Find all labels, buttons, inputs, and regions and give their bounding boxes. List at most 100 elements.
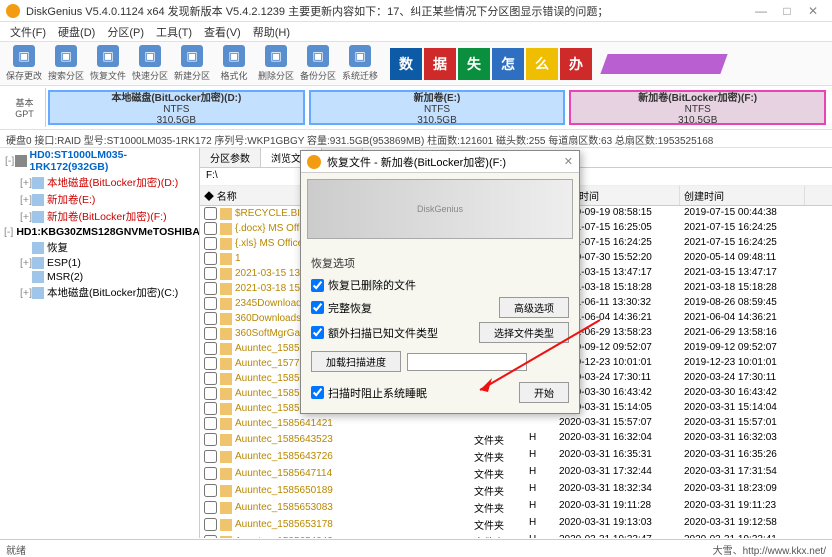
row-checkbox[interactable] bbox=[204, 207, 217, 220]
chk-known-types[interactable] bbox=[311, 326, 324, 339]
row-checkbox[interactable] bbox=[204, 327, 217, 340]
row-checkbox[interactable] bbox=[204, 237, 217, 250]
chk-prevent-sleep[interactable] bbox=[311, 386, 324, 399]
dialog-icon bbox=[307, 155, 321, 169]
tool-search[interactable]: ▣搜索分区 bbox=[46, 44, 86, 84]
expand-icon[interactable]: [+] bbox=[20, 177, 32, 189]
disk-partition[interactable]: 本地磁盘(BitLocker加密)(D:)NTFS310.5GB bbox=[48, 90, 305, 125]
row-checkbox[interactable] bbox=[204, 267, 217, 280]
tree-node[interactable]: [+]新加卷(E:) bbox=[0, 191, 199, 208]
expand-icon[interactable]: [+] bbox=[20, 287, 32, 299]
tree-node[interactable]: [+]ESP(1) bbox=[0, 256, 199, 270]
row-checkbox[interactable] bbox=[204, 501, 217, 514]
menu-item[interactable]: 硬盘(D) bbox=[52, 24, 101, 40]
list-item[interactable]: Auuntec_1585643523文件夹H2020-03-31 16:32:0… bbox=[200, 431, 832, 448]
load-progress-button[interactable]: 加载扫描进度 bbox=[311, 351, 401, 372]
row-checkbox[interactable] bbox=[204, 518, 217, 531]
maximize-button[interactable]: □ bbox=[774, 4, 800, 18]
folder-icon bbox=[220, 485, 232, 497]
row-checkbox[interactable] bbox=[204, 467, 217, 480]
row-checkbox[interactable] bbox=[204, 417, 217, 430]
folder-icon bbox=[220, 451, 232, 463]
chk-full[interactable] bbox=[311, 301, 324, 314]
list-item[interactable]: Auuntec_1585647114文件夹H2020-03-31 17:32:4… bbox=[200, 465, 832, 482]
tool-save[interactable]: ▣保存更改 bbox=[4, 44, 44, 84]
expand-icon[interactable]: [-] bbox=[4, 226, 13, 238]
toolbar: ▣保存更改▣搜索分区▣恢复文件▣快速分区▣新建分区▣格式化▣删除分区▣备份分区▣… bbox=[0, 42, 832, 86]
folder-icon bbox=[220, 434, 232, 446]
list-item[interactable]: Auuntec_15856414212020-03-31 15:57:07202… bbox=[200, 416, 832, 431]
row-checkbox[interactable] bbox=[204, 252, 217, 265]
row-checkbox[interactable] bbox=[204, 402, 217, 415]
row-checkbox[interactable] bbox=[204, 484, 217, 497]
tool-fmt[interactable]: ▣格式化 bbox=[214, 44, 254, 84]
partition-tree[interactable]: [-]HD0:ST1000LM035-1RK172(932GB)[+]本地磁盘(… bbox=[0, 148, 200, 538]
backup-icon: ▣ bbox=[307, 45, 329, 67]
menu-item[interactable]: 工具(T) bbox=[150, 24, 198, 40]
row-checkbox[interactable] bbox=[204, 372, 217, 385]
row-checkbox[interactable] bbox=[204, 282, 217, 295]
close-button[interactable]: ✕ bbox=[800, 4, 826, 18]
disk-icon bbox=[15, 155, 26, 167]
row-checkbox[interactable] bbox=[204, 387, 217, 400]
folder-icon bbox=[220, 298, 232, 310]
volume-icon bbox=[32, 242, 44, 254]
list-item[interactable]: Auuntec_1585654042文件夹H2020-03-31 19:33:4… bbox=[200, 533, 832, 538]
start-button[interactable]: 开始 bbox=[519, 382, 569, 403]
expand-icon[interactable]: [-] bbox=[4, 155, 15, 167]
tool-new[interactable]: ▣新建分区 bbox=[172, 44, 212, 84]
row-checkbox[interactable] bbox=[204, 297, 217, 310]
progress-path-input[interactable] bbox=[407, 353, 527, 371]
list-item[interactable]: Auuntec_1585650189文件夹H2020-03-31 18:32:3… bbox=[200, 482, 832, 499]
tab-0[interactable]: 分区参数 bbox=[200, 148, 261, 167]
tree-node[interactable]: [+]本地磁盘(BitLocker加密)(D:) bbox=[0, 174, 199, 191]
tree-node[interactable]: [-]HD0:ST1000LM035-1RK172(932GB) bbox=[0, 148, 199, 174]
tool-migrate[interactable]: ▣系统迁移 bbox=[340, 44, 380, 84]
tree-node[interactable]: [+]本地磁盘(BitLocker加密)(C:) bbox=[0, 284, 199, 301]
tree-node[interactable]: 恢复 bbox=[0, 239, 199, 256]
dialog-close-icon[interactable]: ✕ bbox=[564, 155, 573, 168]
menu-item[interactable]: 帮助(H) bbox=[247, 24, 296, 40]
expand-icon[interactable]: [+] bbox=[20, 194, 32, 206]
expand-icon[interactable]: [+] bbox=[20, 257, 32, 269]
volume-icon bbox=[32, 287, 44, 299]
chk-deleted[interactable] bbox=[311, 279, 324, 292]
tool-backup[interactable]: ▣备份分区 bbox=[298, 44, 338, 84]
advanced-button[interactable]: 高级选项 bbox=[499, 297, 569, 318]
tree-node[interactable]: [+]新加卷(BitLocker加密)(F:) bbox=[0, 208, 199, 225]
del-icon: ▣ bbox=[265, 45, 287, 67]
list-item[interactable]: Auuntec_1585653083文件夹H2020-03-31 19:11:2… bbox=[200, 499, 832, 516]
tool-quick[interactable]: ▣快速分区 bbox=[130, 44, 170, 84]
menu-item[interactable]: 文件(F) bbox=[4, 24, 52, 40]
banner-block: 据 bbox=[424, 48, 456, 80]
row-checkbox[interactable] bbox=[204, 357, 217, 370]
list-item[interactable]: Auuntec_1585653178文件夹H2020-03-31 19:13:0… bbox=[200, 516, 832, 533]
banner-block: 办 bbox=[560, 48, 592, 80]
minimize-button[interactable]: — bbox=[748, 4, 774, 18]
tree-node[interactable]: MSR(2) bbox=[0, 270, 199, 284]
tool-del[interactable]: ▣删除分区 bbox=[256, 44, 296, 84]
row-checkbox[interactable] bbox=[204, 342, 217, 355]
row-checkbox[interactable] bbox=[204, 222, 217, 235]
disk-partition[interactable]: 新加卷(E:)NTFS310.5GB bbox=[309, 90, 566, 125]
recover-dialog: 恢复文件 - 新加卷(BitLocker加密)(F:) ✕ DiskGenius… bbox=[300, 150, 580, 414]
select-type-button[interactable]: 选择文件类型 bbox=[479, 322, 569, 343]
row-checkbox[interactable] bbox=[204, 312, 217, 325]
tree-node[interactable]: [-]HD1:KBG30ZMS128GNVMeTOSHIBA1 bbox=[0, 225, 199, 239]
list-item[interactable]: Auuntec_1585643726文件夹H2020-03-31 16:35:3… bbox=[200, 448, 832, 465]
chk-prevent-sleep-label: 扫描时阻止系统睡眠 bbox=[328, 385, 427, 401]
disk-partition[interactable]: 新加卷(BitLocker加密)(F:)NTFS310.5GB bbox=[569, 90, 826, 125]
disk-info-line: 硬盘0 接口:RAID 型号:ST1000LM035-1RK172 序列号:WK… bbox=[0, 130, 832, 148]
row-checkbox[interactable] bbox=[204, 535, 217, 538]
folder-icon bbox=[220, 358, 232, 370]
dialog-titlebar[interactable]: 恢复文件 - 新加卷(BitLocker加密)(F:) ✕ bbox=[301, 151, 579, 173]
menu-item[interactable]: 查看(V) bbox=[198, 24, 247, 40]
arrow-icon bbox=[600, 54, 727, 74]
tool-recover[interactable]: ▣恢复文件 bbox=[88, 44, 128, 84]
folder-icon bbox=[220, 373, 232, 385]
row-checkbox[interactable] bbox=[204, 450, 217, 463]
menu-item[interactable]: 分区(P) bbox=[101, 24, 150, 40]
row-checkbox[interactable] bbox=[204, 433, 217, 446]
folder-icon bbox=[220, 223, 232, 235]
expand-icon[interactable]: [+] bbox=[20, 211, 32, 223]
